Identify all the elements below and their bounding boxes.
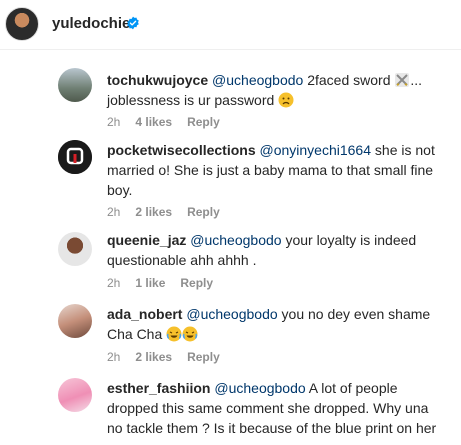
comment-likes[interactable]: 2 likes xyxy=(135,350,172,364)
avatar[interactable] xyxy=(5,7,39,41)
crying-laughing-icon xyxy=(166,326,182,342)
avatar[interactable] xyxy=(58,232,92,266)
comment-meta: 2h 1 like Reply xyxy=(107,276,213,290)
comment-text: queenie_jaz @ucheogbodo your loyalty is … xyxy=(107,230,447,270)
comment-body: she is not xyxy=(371,142,435,158)
comment-body: joblessness is ur password xyxy=(107,92,279,108)
avatar[interactable] xyxy=(58,378,92,412)
comment-username[interactable]: queenie_jaz xyxy=(107,232,186,248)
comment-time[interactable]: 2h xyxy=(107,276,120,290)
reply-button[interactable]: Reply xyxy=(187,350,220,364)
reply-button[interactable]: Reply xyxy=(180,276,213,290)
brand-logo-icon xyxy=(58,140,92,174)
comment-username[interactable]: tochukwujoyce xyxy=(107,72,208,88)
verified-badge-icon xyxy=(127,16,139,30)
comment-body: married o! She is just a baby mama to th… xyxy=(107,162,434,178)
post-author-username[interactable]: yuledochie xyxy=(52,15,130,32)
crying-laughing-icon xyxy=(182,326,198,342)
sad-face-icon xyxy=(278,92,294,108)
comment-time[interactable]: 2h xyxy=(107,350,120,364)
comment-text: esther_fashiion @ucheogbodo A lot of peo… xyxy=(107,378,447,438)
comment-likes[interactable]: 4 likes xyxy=(135,115,172,129)
comment-likes[interactable]: 2 likes xyxy=(135,205,172,219)
comment-text: ada_nobert @ucheogbodo you no dey even s… xyxy=(107,304,447,344)
comment-time[interactable]: 2h xyxy=(107,115,120,129)
comment-text: tochukwujoyce @ucheogbodo 2faced sword .… xyxy=(107,72,423,108)
comment-body: dropped this same comment she dropped. W… xyxy=(107,400,429,416)
comment-time[interactable]: 2h xyxy=(107,205,120,219)
comment-mention[interactable]: @onyinyechi1664 xyxy=(260,142,372,158)
comment-body: your loyalty is indeed xyxy=(281,232,417,248)
comment-meta: 2h 2 likes Reply xyxy=(107,350,220,364)
post-header: yuledochie xyxy=(0,0,461,50)
comment-body: questionable ahh ahhh . xyxy=(107,252,257,268)
comment-username[interactable]: esther_fashiion xyxy=(107,380,210,396)
comment-username[interactable]: ada_nobert xyxy=(107,306,182,322)
crossed-swords-icon xyxy=(395,73,410,87)
reply-button[interactable]: Reply xyxy=(187,115,220,129)
comment-body: no tackle them ? Is it because of the bl… xyxy=(107,420,437,436)
comment-body: 2faced sword xyxy=(303,72,395,88)
comment-text: pocketwisecollections @onyinyechi1664 sh… xyxy=(107,140,447,200)
comment-meta: 2h 4 likes Reply xyxy=(107,115,220,129)
comment-mention[interactable]: @ucheogbodo xyxy=(212,72,303,88)
reply-button[interactable]: Reply xyxy=(187,205,220,219)
comment-mention[interactable]: @ucheogbodo xyxy=(186,306,277,322)
comment-body: you no dey even shame xyxy=(277,306,431,322)
comment-body: boy. xyxy=(107,182,133,198)
avatar[interactable] xyxy=(58,68,92,102)
comment-likes[interactable]: 1 like xyxy=(135,276,165,290)
avatar[interactable] xyxy=(58,304,92,338)
avatar[interactable] xyxy=(58,140,92,174)
comment-meta: 2h 2 likes Reply xyxy=(107,205,220,219)
comment-mention[interactable]: @ucheogbodo xyxy=(190,232,281,248)
comment-body: A lot of people xyxy=(305,380,398,396)
comment-mention[interactable]: @ucheogbodo xyxy=(214,380,305,396)
comment-username[interactable]: pocketwisecollections xyxy=(107,142,256,158)
comment-body: Cha Cha xyxy=(107,326,163,342)
